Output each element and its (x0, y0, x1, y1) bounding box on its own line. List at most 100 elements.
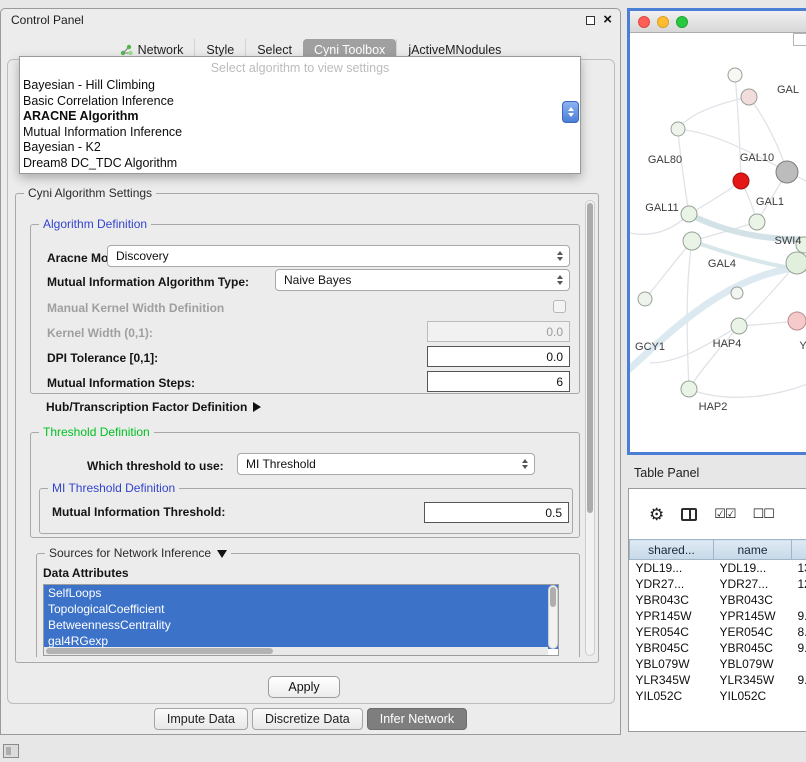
table-row[interactable]: YDR27... YDR27... 12 (630, 576, 806, 592)
cell[interactable] (792, 688, 806, 704)
apply-button[interactable]: Apply (268, 676, 340, 698)
cell[interactable]: YBR045C (714, 640, 792, 656)
cell[interactable]: YER054C (630, 624, 714, 640)
mi-steps-field[interactable] (427, 371, 570, 392)
list-vertical-scrollbar[interactable] (548, 585, 558, 649)
hide-all-columns-icon[interactable]: ☐☐ (753, 506, 774, 522)
network-canvas[interactable]: GAL80 GAL10 GAL11 GAL1 SWI4 GAL4 GCY1 HA… (630, 33, 806, 452)
network-node[interactable] (638, 292, 652, 306)
tab-label: Infer Network (380, 712, 454, 726)
cell[interactable]: YPR145W (630, 608, 714, 624)
network-node-gal1[interactable] (749, 214, 765, 230)
hub-definition-expander[interactable]: Hub/Transcription Factor Definition (46, 400, 261, 414)
algorithm-combobox-stepper[interactable] (562, 101, 579, 123)
cell[interactable]: YBL079W (630, 656, 714, 672)
network-node[interactable] (788, 312, 806, 330)
float-window-icon[interactable] (586, 16, 595, 25)
cell[interactable]: YPR145W (714, 608, 792, 624)
list-horizontal-scrollbar[interactable] (44, 647, 548, 655)
table-row[interactable]: YDL19... YDL19... 13 (630, 560, 806, 576)
dpi-tolerance-field[interactable] (427, 346, 570, 367)
cell[interactable]: 9. (792, 640, 806, 656)
tab-infer-network[interactable]: Infer Network (367, 708, 467, 730)
cell[interactable]: YBL079W (714, 656, 792, 672)
close-window-icon[interactable]: × (603, 14, 612, 26)
manual-kernel-checkbox[interactable] (553, 300, 566, 313)
network-node[interactable] (786, 252, 806, 274)
cell[interactable] (792, 656, 806, 672)
table-row[interactable]: YER054C YER054C 8. (630, 624, 806, 640)
cell[interactable]: YIL052C (714, 688, 792, 704)
list-item[interactable]: BetweennessCentrality (44, 617, 558, 633)
tab-label: Cyni Toolbox (314, 43, 385, 57)
algorithm-option[interactable]: Bayesian - K2 (20, 140, 580, 156)
table-row[interactable]: YBR045C YBR045C 9. (630, 640, 806, 656)
node-label: HAP4 (713, 338, 742, 350)
table-row[interactable]: YBL079W YBL079W (630, 656, 806, 672)
network-node-gal10[interactable] (776, 161, 798, 183)
cell[interactable]: YDL19... (630, 560, 714, 576)
column-header-shared[interactable]: shared... (630, 540, 714, 560)
kernel-width-field[interactable] (427, 321, 570, 342)
cell[interactable]: YDL19... (714, 560, 792, 576)
algorithm-option[interactable]: Mutual Information Inference (20, 125, 580, 141)
tab-impute-data[interactable]: Impute Data (154, 708, 248, 730)
network-node-gal80[interactable] (671, 122, 685, 136)
columns-icon[interactable] (681, 508, 697, 521)
sources-expander[interactable]: Sources for Network Inference (45, 546, 231, 560)
column-header-extra[interactable] (792, 540, 806, 560)
table-row[interactable]: YPR145W YPR145W 9. (630, 608, 806, 624)
algorithm-option[interactable]: Basic Correlation Inference (20, 94, 580, 110)
cell[interactable]: 13 (792, 560, 806, 576)
cell[interactable]: YDR27... (630, 576, 714, 592)
list-item[interactable]: SelfLoops (44, 585, 558, 601)
algorithm-option[interactable]: Bayesian - Hill Climbing (20, 78, 580, 94)
cell[interactable]: 8. (792, 624, 806, 640)
settings-vertical-scrollbar[interactable] (585, 200, 595, 656)
close-traffic-light[interactable] (638, 16, 650, 28)
which-threshold-select[interactable]: MI Threshold (237, 453, 535, 475)
network-node-hap2[interactable] (681, 381, 697, 397)
network-node[interactable] (728, 68, 742, 82)
cell[interactable]: YLR345W (630, 672, 714, 688)
cell[interactable] (792, 592, 806, 608)
mi-type-value: Naive Bayes (284, 273, 351, 287)
node-label: GAL10 (740, 152, 774, 164)
cell[interactable]: YBR043C (714, 592, 792, 608)
network-node-selected-red[interactable] (733, 173, 749, 189)
cell[interactable]: 12 (792, 576, 806, 592)
network-node-gal[interactable] (741, 89, 757, 105)
mi-type-select[interactable]: Naive Bayes (275, 269, 570, 291)
mi-threshold-field[interactable] (424, 502, 569, 523)
table-row[interactable]: YIL052C YIL052C (630, 688, 806, 704)
network-node[interactable] (731, 287, 743, 299)
algorithm-option-selected[interactable]: ARACNE Algorithm (20, 109, 580, 125)
column-header-name[interactable]: name (714, 540, 792, 560)
cell[interactable]: YIL052C (630, 688, 714, 704)
restore-panel-icon[interactable] (3, 744, 19, 758)
cell[interactable]: YDR27... (714, 576, 792, 592)
cell[interactable]: 9. (792, 672, 806, 688)
aracne-mode-select[interactable]: Discovery (107, 245, 570, 267)
tab-label: Style (206, 43, 234, 57)
gear-icon[interactable]: ⚙ (649, 506, 664, 523)
algorithm-definition-group: Algorithm Definition Aracne Mode: Discov… (30, 224, 580, 394)
mi-steps-label: Mutual Information Steps: (47, 376, 195, 390)
network-node-gal11[interactable] (681, 206, 697, 222)
canvas-scrollbar-corner (793, 33, 806, 46)
network-node-gal4[interactable] (683, 232, 701, 250)
table-row[interactable]: YBR043C YBR043C (630, 592, 806, 608)
cell[interactable]: 9. (792, 608, 806, 624)
minimize-traffic-light[interactable] (657, 16, 669, 28)
zoom-traffic-light[interactable] (676, 16, 688, 28)
cell[interactable]: YBR045C (630, 640, 714, 656)
algorithm-option[interactable]: Dream8 DC_TDC Algorithm (20, 156, 580, 172)
show-all-columns-icon[interactable]: ☑☑ (714, 506, 735, 522)
cell[interactable]: YER054C (714, 624, 792, 640)
table-row[interactable]: YLR345W YLR345W 9. (630, 672, 806, 688)
list-item[interactable]: TopologicalCoefficient (44, 601, 558, 617)
cell[interactable]: YLR345W (714, 672, 792, 688)
cell[interactable]: YBR043C (630, 592, 714, 608)
network-node-hap4[interactable] (731, 318, 747, 334)
tab-discretize-data[interactable]: Discretize Data (252, 708, 363, 730)
